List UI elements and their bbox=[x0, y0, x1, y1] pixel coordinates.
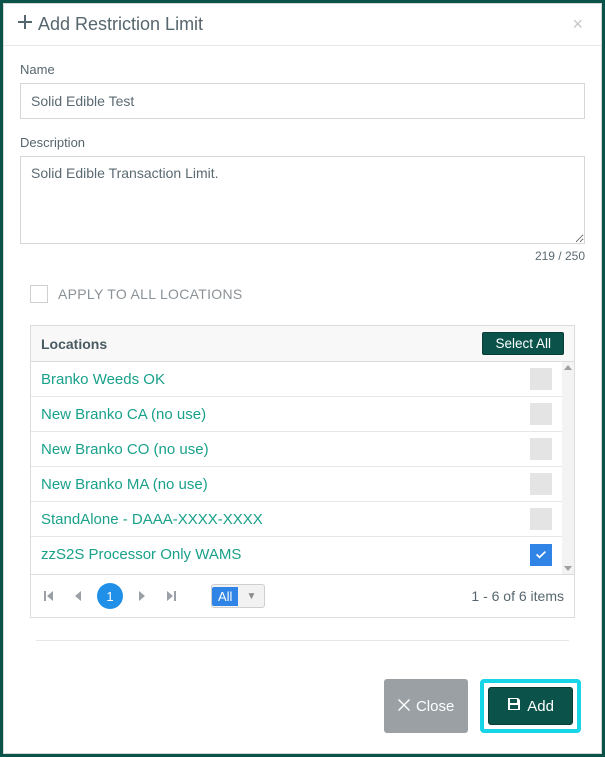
add-button[interactable]: Add bbox=[488, 687, 573, 725]
locations-grid: Locations Select All Branko Weeds OK New … bbox=[30, 325, 575, 618]
select-all-button[interactable]: Select All bbox=[482, 332, 564, 355]
add-restriction-modal: Add Restriction Limit × Name Description… bbox=[3, 3, 602, 754]
page-size-select[interactable]: All ▼ bbox=[211, 584, 265, 608]
grid-header-title: Locations bbox=[41, 336, 107, 352]
close-button-label: Close bbox=[416, 698, 454, 715]
x-icon bbox=[398, 698, 410, 715]
name-input[interactable] bbox=[20, 83, 585, 119]
row-checkbox[interactable] bbox=[530, 473, 552, 495]
pager-current-page[interactable]: 1 bbox=[97, 583, 123, 609]
pager-prev-icon[interactable] bbox=[69, 591, 85, 601]
row-checkbox[interactable] bbox=[530, 544, 552, 566]
scroll-up-icon[interactable] bbox=[564, 365, 572, 370]
row-checkbox[interactable] bbox=[530, 508, 552, 530]
table-row: New Branko CO (no use) bbox=[31, 432, 574, 467]
pager-next-icon[interactable] bbox=[135, 591, 151, 601]
plus-icon bbox=[18, 15, 32, 34]
apply-all-checkbox[interactable] bbox=[30, 285, 48, 303]
pager-last-icon[interactable] bbox=[163, 591, 179, 601]
table-row: New Branko MA (no use) bbox=[31, 467, 574, 502]
modal-header: Add Restriction Limit × bbox=[4, 4, 601, 46]
location-link[interactable]: New Branko MA (no use) bbox=[41, 476, 208, 493]
table-row: zzS2S Processor Only WAMS bbox=[31, 537, 574, 572]
add-button-highlight: Add bbox=[480, 679, 581, 733]
location-link[interactable]: Branko Weeds OK bbox=[41, 371, 165, 388]
apply-all-label: APPLY TO ALL LOCATIONS bbox=[58, 286, 243, 302]
char-count: 219 / 250 bbox=[20, 249, 585, 263]
close-icon[interactable]: × bbox=[568, 14, 587, 35]
scrollbar[interactable] bbox=[562, 362, 574, 574]
description-label: Description bbox=[20, 135, 585, 150]
location-link[interactable]: New Branko CO (no use) bbox=[41, 441, 209, 458]
table-row: StandAlone - DAAA-XXXX-XXXX bbox=[31, 502, 574, 537]
description-textarea[interactable]: Solid Edible Transaction Limit. bbox=[20, 156, 585, 244]
table-row: New Branko CA (no use) bbox=[31, 397, 574, 432]
row-checkbox[interactable] bbox=[530, 403, 552, 425]
row-checkbox[interactable] bbox=[530, 438, 552, 460]
location-link[interactable]: StandAlone - DAAA-XXXX-XXXX bbox=[41, 511, 263, 528]
chevron-down-icon: ▼ bbox=[238, 591, 264, 602]
row-checkbox[interactable] bbox=[530, 368, 552, 390]
pager: 1 All ▼ 1 - 6 of 6 items bbox=[31, 574, 574, 617]
name-label: Name bbox=[20, 62, 585, 77]
page-size-value: All bbox=[212, 587, 238, 606]
scroll-down-icon[interactable] bbox=[564, 566, 572, 571]
close-button[interactable]: Close bbox=[384, 679, 468, 733]
modal-footer: Close Add bbox=[4, 663, 601, 753]
pager-first-icon[interactable] bbox=[41, 591, 57, 601]
pager-info: 1 - 6 of 6 items bbox=[471, 588, 564, 604]
location-link[interactable]: zzS2S Processor Only WAMS bbox=[41, 546, 241, 563]
modal-title: Add Restriction Limit bbox=[38, 14, 203, 35]
add-button-label: Add bbox=[527, 698, 554, 715]
save-icon bbox=[507, 697, 521, 715]
table-row: Branko Weeds OK bbox=[31, 362, 574, 397]
location-link[interactable]: New Branko CA (no use) bbox=[41, 406, 206, 423]
